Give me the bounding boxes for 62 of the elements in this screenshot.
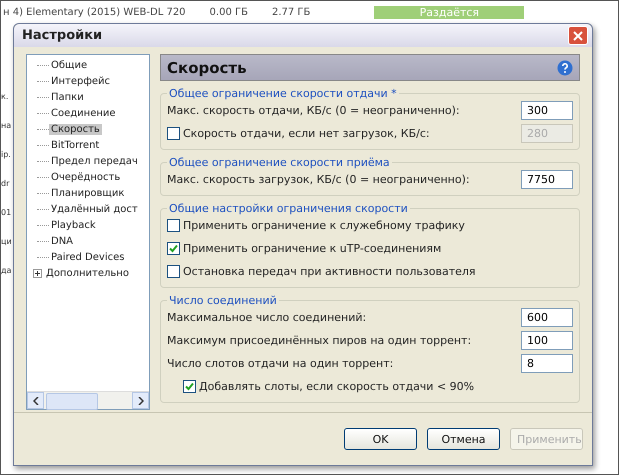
group-title: Общие настройки ограничения скорости bbox=[168, 202, 409, 215]
close-icon bbox=[573, 30, 583, 40]
checkbox-label: Применить ограничение к служебному трафику bbox=[183, 219, 465, 232]
tree-item[interactable]: Общие bbox=[49, 60, 90, 70]
background-text: ip. bbox=[1, 150, 11, 159]
checkbox-label: Скорость отдачи, если нет загрузок, КБ/с: bbox=[183, 127, 430, 140]
dialog-button[interactable]: OK bbox=[344, 428, 417, 450]
tree-item[interactable]: Дополнительно bbox=[44, 268, 131, 278]
background-text: 0.00 ГБ bbox=[210, 6, 248, 18]
window-title: Настройки bbox=[22, 28, 102, 43]
checkbox[interactable] bbox=[167, 265, 180, 278]
tree-item[interactable]: BitTorrent bbox=[49, 140, 102, 150]
tree-item[interactable]: Очерёдность bbox=[49, 172, 122, 182]
scrollbar[interactable] bbox=[27, 391, 149, 409]
scroll-thumb[interactable] bbox=[46, 393, 98, 410]
input-field[interactable]: 8 bbox=[521, 354, 573, 373]
help-icon[interactable] bbox=[557, 60, 573, 76]
field-label: Число слотов отдачи на один торрент: bbox=[167, 357, 394, 370]
group-title: Общее ограничение скорости отдачи * bbox=[168, 87, 398, 100]
checkbox-label: Применить ограничение к uTP-соединениям bbox=[183, 242, 442, 255]
section-title: Скорость bbox=[167, 58, 247, 76]
background-text: dr bbox=[1, 179, 10, 188]
background-text: да bbox=[1, 266, 12, 275]
tree-item[interactable]: Папки bbox=[49, 92, 86, 102]
background-text: 2.77 ГБ bbox=[272, 6, 310, 18]
checkbox[interactable] bbox=[167, 219, 180, 232]
group-title: Число соединений bbox=[168, 294, 278, 307]
expand-icon[interactable] bbox=[33, 268, 42, 278]
background-text: ци bbox=[1, 237, 12, 246]
tree-item[interactable]: Предел передач bbox=[49, 156, 140, 166]
dialog-button[interactable]: Отмена bbox=[427, 428, 500, 450]
field-label: Максимальное число соединений: bbox=[167, 311, 366, 324]
field-label: Максимум присоединённых пиров на один торрент: bbox=[167, 334, 472, 347]
checkbox[interactable] bbox=[167, 242, 180, 255]
tree-item[interactable]: DNA bbox=[49, 236, 76, 246]
group-title: Общее ограничение скорости приёма bbox=[168, 156, 391, 169]
tree-item[interactable]: Планировщик bbox=[49, 188, 126, 198]
checkbox-label: Остановка передач при активности пользователя bbox=[183, 265, 476, 278]
background-text: 01 bbox=[1, 208, 12, 217]
field-label: Макс. скорость загрузок, КБ/с (0 = неограниченно): bbox=[167, 173, 470, 186]
tree-item[interactable]: Paired Devices bbox=[49, 252, 126, 262]
background-text: на bbox=[1, 121, 12, 130]
close-button[interactable] bbox=[568, 26, 588, 45]
background-text: к. bbox=[1, 92, 8, 101]
status-bar: Раздаётся bbox=[374, 6, 524, 18]
tree-item[interactable]: Соединение bbox=[49, 108, 118, 118]
input-field[interactable]: 7750 bbox=[521, 170, 573, 189]
tree-item[interactable]: Интерфейс bbox=[49, 76, 112, 86]
input-field[interactable]: 300 bbox=[521, 101, 573, 120]
tree-item[interactable]: Скорость bbox=[49, 124, 102, 134]
checkbox-label: Добавлять слоты, если скорость отдачи < 90% bbox=[199, 380, 474, 393]
tree-item[interactable]: Удалённый дост bbox=[49, 204, 140, 214]
input-field[interactable]: 100 bbox=[521, 331, 573, 350]
field-label: Макс. скорость отдачи, КБ/с (0 = неограниченно): bbox=[167, 104, 460, 117]
chevron-right-icon bbox=[138, 396, 144, 404]
checkbox[interactable] bbox=[183, 380, 196, 393]
scroll-left-button[interactable] bbox=[27, 392, 44, 409]
scroll-right-button[interactable] bbox=[132, 392, 149, 409]
chevron-left-icon bbox=[32, 396, 38, 404]
tree-item[interactable]: Playback bbox=[49, 220, 98, 230]
background-text: н 4) Elementary (2015) WEB-DL 720 bbox=[3, 6, 186, 18]
input-field[interactable]: 600 bbox=[521, 308, 573, 327]
